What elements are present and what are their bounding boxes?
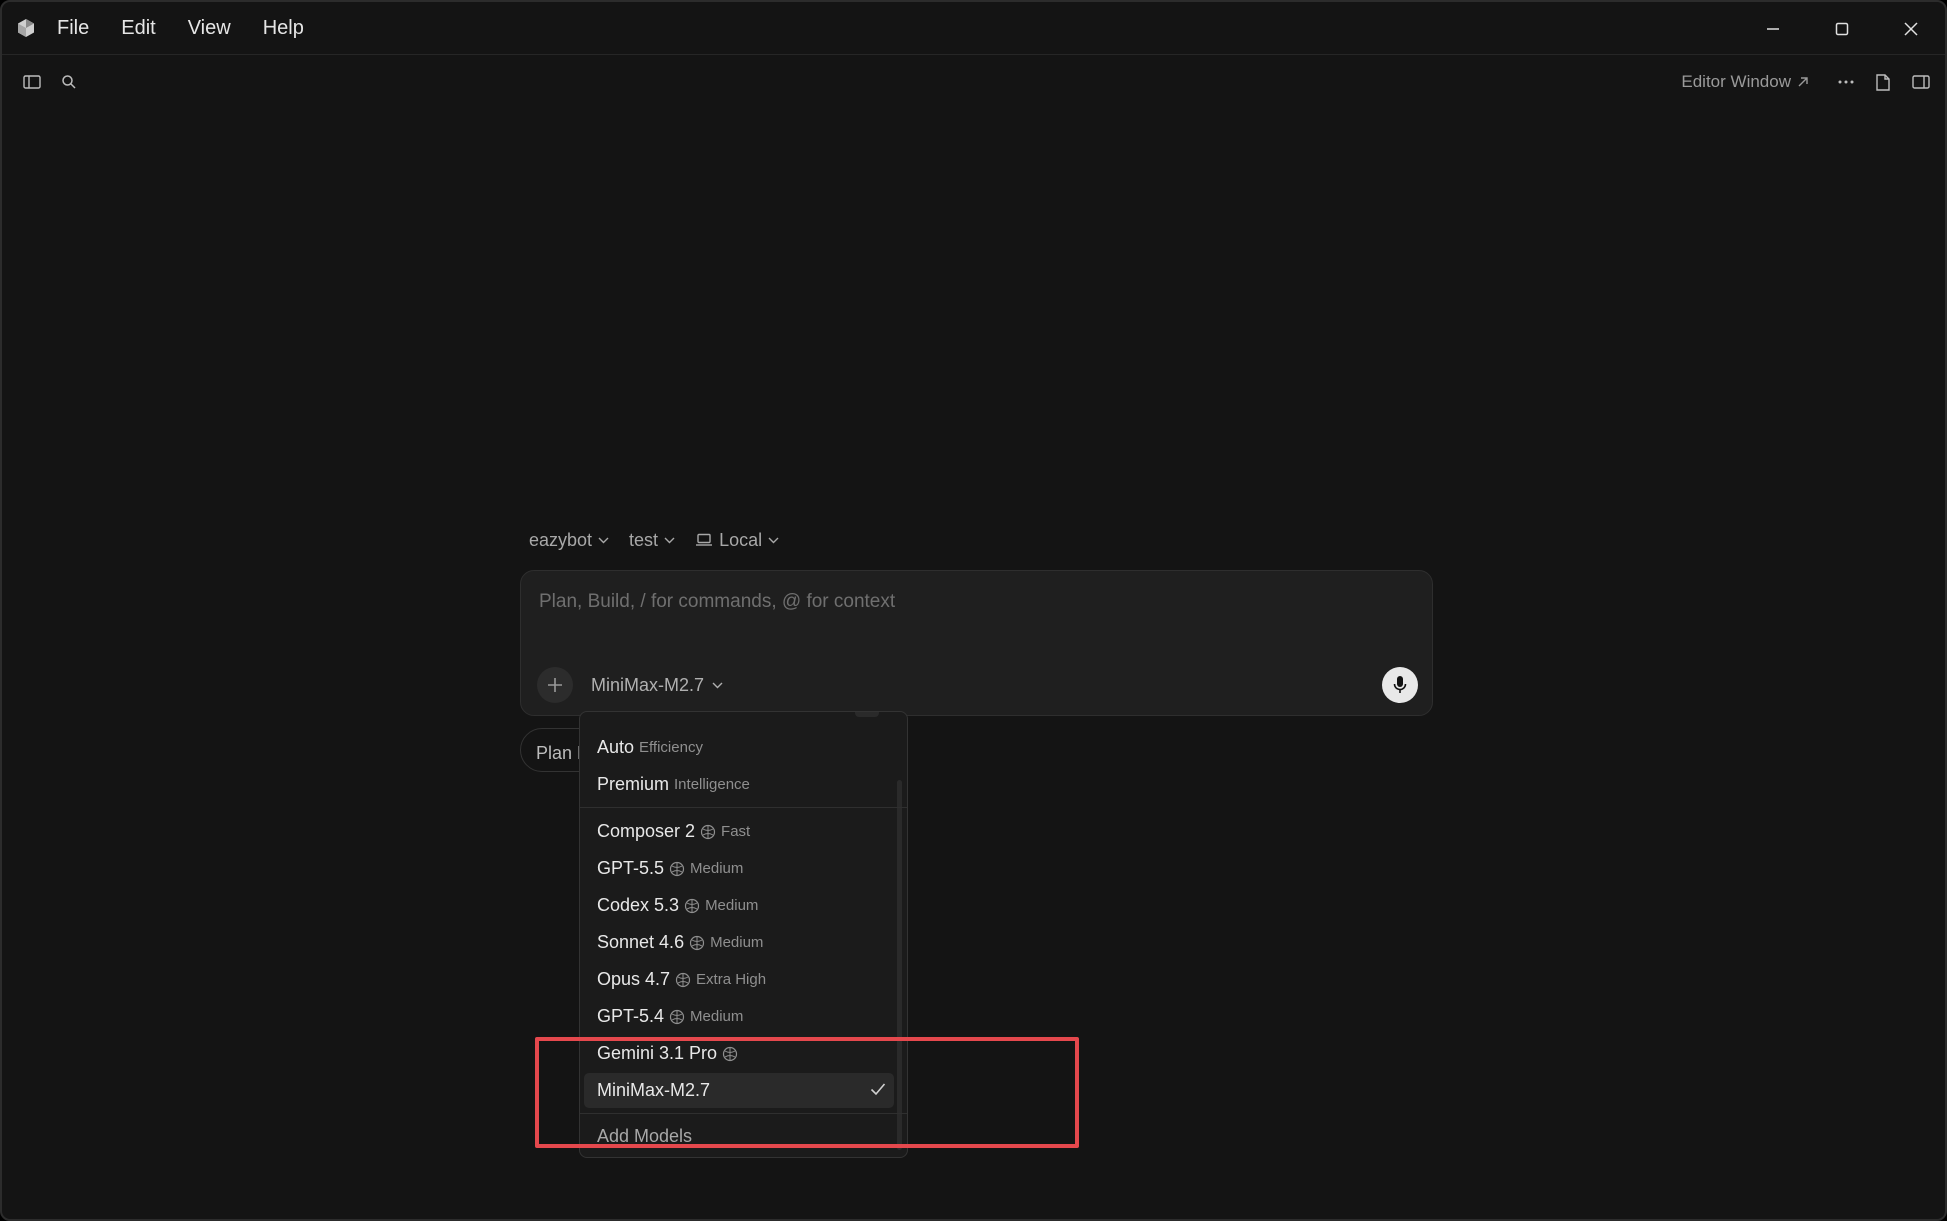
- sidebar-toggle-button[interactable]: [22, 72, 42, 92]
- editor-window-link[interactable]: Editor Window: [1681, 72, 1809, 92]
- external-link-icon: [1798, 77, 1808, 87]
- brain-icon: [684, 898, 700, 913]
- model-option-sonnet-4-6[interactable]: Sonnet 4.6 Medium: [584, 925, 894, 960]
- editor-window-label: Editor Window: [1681, 72, 1791, 91]
- minimize-icon: [1766, 27, 1779, 30]
- search-button[interactable]: [59, 72, 79, 92]
- menu-help[interactable]: Help: [263, 17, 304, 40]
- laptop-icon: [696, 533, 713, 546]
- model-option-auto[interactable]: Auto Efficiency: [584, 730, 894, 765]
- option-tag: Medium: [690, 860, 744, 877]
- menu-view[interactable]: View: [188, 17, 231, 40]
- option-name: Composer 2: [597, 821, 696, 841]
- add-models-link[interactable]: Add Models: [597, 1126, 692, 1147]
- option-name: GPT-5.4: [597, 1006, 665, 1026]
- model-dropdown: Auto Efficiency Premium Intelligence Com…: [579, 711, 908, 1158]
- app-window: File Edit View Help Editor Window eazybo…: [0, 0, 1947, 1221]
- brain-icon: [669, 1009, 685, 1024]
- model-selector-label: MiniMax-M2.7: [591, 675, 705, 695]
- new-file-icon: [1876, 73, 1890, 91]
- panel-right-icon: [1912, 75, 1930, 89]
- model-option-gpt-5-5[interactable]: GPT-5.5 Medium: [584, 851, 894, 886]
- close-icon: [1903, 21, 1918, 36]
- option-tag: Medium: [705, 897, 759, 914]
- menu-edit[interactable]: Edit: [121, 17, 155, 40]
- brain-icon: [675, 972, 691, 987]
- brain-icon: [669, 861, 685, 876]
- new-file-button[interactable]: [1873, 72, 1893, 92]
- context-selectors: eazybot test Local: [529, 528, 799, 552]
- microphone-icon: [1393, 676, 1407, 693]
- branch-label: test: [629, 529, 659, 550]
- menu: File Edit View Help: [57, 2, 336, 55]
- window-controls: [1738, 2, 1945, 55]
- dropdown-divider: [580, 807, 907, 808]
- maximize-button[interactable]: [1807, 2, 1876, 55]
- checkmark-icon: [870, 1083, 886, 1096]
- menu-file[interactable]: File: [57, 17, 89, 40]
- brain-icon: [689, 935, 705, 950]
- option-tag: Efficiency: [639, 739, 703, 756]
- chevron-down-icon: [712, 682, 723, 689]
- brain-icon: [700, 824, 716, 839]
- title-bar: File Edit View Help: [2, 2, 1945, 55]
- option-tag: Medium: [710, 934, 764, 951]
- branch-selector[interactable]: test: [629, 530, 675, 551]
- microphone-button[interactable]: [1382, 667, 1418, 703]
- option-name: Auto: [597, 737, 635, 757]
- plus-icon: [548, 678, 562, 692]
- model-selector[interactable]: MiniMax-M2.7: [591, 675, 723, 696]
- chat-composer: MiniMax-M2.7: [520, 570, 1433, 716]
- option-name: MiniMax-M2.7: [597, 1080, 711, 1100]
- model-option-opus-4-7[interactable]: Opus 4.7 Extra High: [584, 962, 894, 997]
- more-icon: [1838, 80, 1854, 84]
- environment-label: Local: [719, 529, 763, 550]
- panel-right-button[interactable]: [1911, 72, 1931, 92]
- close-button[interactable]: [1876, 2, 1945, 55]
- environment-selector[interactable]: Local: [695, 530, 779, 551]
- sidebar-toggle-icon: [23, 75, 41, 89]
- option-name: Opus 4.7: [597, 969, 671, 989]
- minimize-button[interactable]: [1738, 2, 1807, 55]
- option-tag: Fast: [721, 823, 751, 840]
- dropdown-divider: [580, 1113, 907, 1114]
- project-label: eazybot: [529, 529, 593, 550]
- prompt-input[interactable]: [539, 587, 1399, 617]
- option-name: Gemini 3.1 Pro: [597, 1043, 718, 1063]
- option-tag: Extra High: [696, 971, 767, 988]
- option-name: Sonnet 4.6: [597, 932, 685, 952]
- option-name: Premium: [597, 774, 670, 794]
- project-selector[interactable]: eazybot: [529, 530, 609, 551]
- model-option-gpt-5-4[interactable]: GPT-5.4 Medium: [584, 999, 894, 1034]
- model-option-composer-2[interactable]: Composer 2 Fast: [584, 814, 894, 849]
- brain-icon: [722, 1046, 738, 1061]
- add-context-button[interactable]: [537, 667, 573, 703]
- model-option-minimax-m2-7[interactable]: MiniMax-M2.7: [584, 1073, 894, 1108]
- option-name: Codex 5.3: [597, 895, 680, 915]
- more-button[interactable]: [1836, 72, 1856, 92]
- option-tag: Medium: [690, 1008, 744, 1025]
- maximize-icon: [1835, 22, 1848, 35]
- chevron-down-icon: [768, 537, 779, 543]
- option-name: GPT-5.5: [597, 858, 665, 878]
- model-option-premium[interactable]: Premium Intelligence: [584, 767, 894, 802]
- chevron-down-icon: [598, 537, 609, 543]
- toolbar: Editor Window: [2, 55, 1945, 109]
- model-option-codex-5-3[interactable]: Codex 5.3 Medium: [584, 888, 894, 923]
- dropdown-notch: [855, 712, 879, 717]
- chevron-down-icon: [664, 537, 675, 543]
- model-option-gemini-3-1-pro[interactable]: Gemini 3.1 Pro: [584, 1036, 894, 1071]
- option-tag: Intelligence: [674, 776, 750, 793]
- app-logo-icon: [18, 19, 34, 37]
- dropdown-scrollbar[interactable]: [897, 780, 902, 1150]
- search-icon: [62, 75, 76, 89]
